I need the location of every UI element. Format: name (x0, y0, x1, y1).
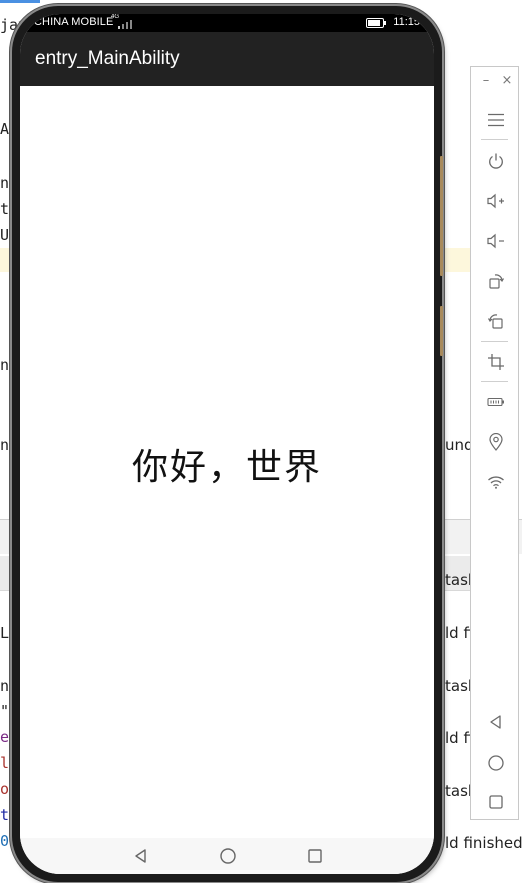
system-nav-bar (20, 838, 434, 874)
toolbar-divider (481, 381, 508, 382)
battery-icon (486, 397, 504, 407)
power-icon (488, 153, 503, 169)
toolbar-minimize-button[interactable]: – (478, 73, 494, 89)
home-icon (487, 755, 504, 771)
battery-level-fill (368, 20, 380, 26)
ide-tab-indicator (0, 0, 40, 3)
ide-build-output-text: ld finished (445, 834, 522, 852)
toolbar-divider (481, 341, 508, 342)
recents-icon (488, 795, 503, 809)
ide-build-output-text: ld fi (445, 624, 473, 642)
power-key (440, 306, 443, 356)
phone-emulator-frame: CHINA MOBILE 4G 11:15 entry_MainAbility … (12, 6, 443, 882)
emulator-toolbar: – × (470, 66, 519, 820)
toolbar-rotate-clockwise-button[interactable] (471, 267, 520, 295)
toolbar-recents-button[interactable] (471, 788, 520, 816)
toolbar-home-button[interactable] (471, 749, 520, 777)
wifi-icon (487, 476, 504, 489)
recents-icon (308, 849, 322, 863)
battery-icon (366, 18, 386, 28)
toolbar-power-button[interactable] (471, 147, 520, 175)
nav-back-button[interactable] (121, 838, 161, 874)
nav-recents-button[interactable] (295, 838, 335, 874)
toolbar-battery-button[interactable] (471, 388, 520, 416)
back-icon (135, 849, 146, 863)
toolbar-divider (481, 139, 508, 140)
status-bar: CHINA MOBILE 4G 11:15 (20, 14, 434, 32)
carrier-label: CHINA MOBILE (34, 16, 114, 28)
toolbar-screenshot-button[interactable] (471, 348, 520, 376)
nav-home-button[interactable] (208, 838, 248, 874)
menu-icon (487, 113, 504, 127)
phone-screen[interactable]: CHINA MOBILE 4G 11:15 entry_MainAbility … (20, 14, 434, 874)
home-icon (220, 848, 236, 864)
rotate-clockwise-icon (488, 274, 504, 289)
toolbar-volume-up-button[interactable] (471, 187, 520, 215)
app-content: 你好，世界 (20, 86, 434, 838)
clock: 11:15 (393, 16, 420, 28)
ide-code-fragment: " (0, 702, 10, 720)
location-icon (488, 433, 503, 451)
toolbar-back-button[interactable] (471, 708, 520, 736)
toolbar-wifi-button[interactable] (471, 468, 520, 496)
hello-world-text: 你好，世界 (131, 447, 322, 488)
volume-rocker (440, 156, 443, 276)
app-title: entry_MainAbility (35, 48, 180, 69)
screenshot-crop-icon (487, 354, 504, 370)
toolbar-close-button[interactable]: × (499, 73, 515, 89)
volume-up-icon (486, 193, 504, 209)
back-icon (489, 715, 501, 729)
ide-build-output-text: ld fi (445, 729, 473, 747)
signal-strength-icon (118, 17, 136, 29)
rotate-counterclockwise-icon (487, 314, 503, 329)
toolbar-rotate-counterclockwise-button[interactable] (471, 307, 520, 335)
app-bar: entry_MainAbility (20, 32, 434, 86)
volume-down-icon (486, 233, 504, 249)
toolbar-menu-button[interactable] (471, 106, 520, 134)
toolbar-volume-down-button[interactable] (471, 227, 520, 255)
toolbar-location-button[interactable] (471, 428, 520, 456)
